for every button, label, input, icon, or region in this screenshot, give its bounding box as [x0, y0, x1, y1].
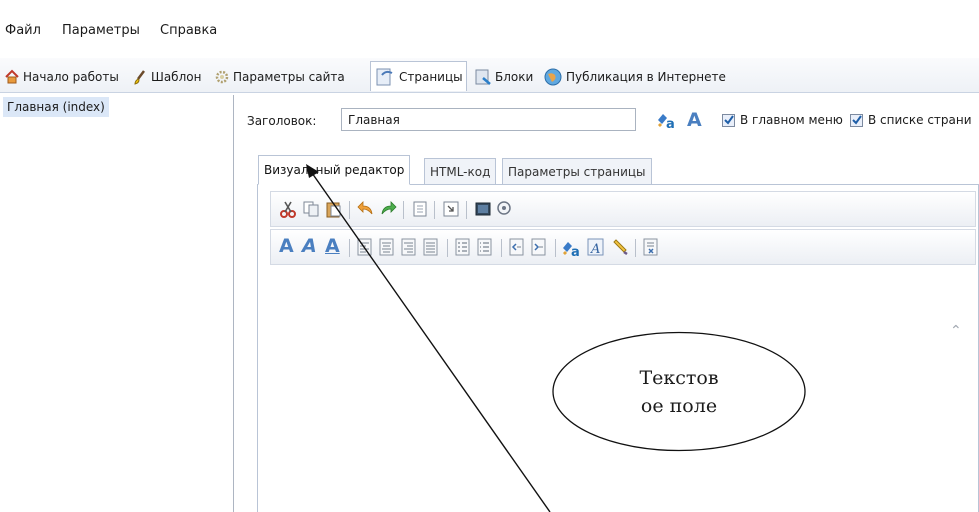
menu-bar: Файл Параметры Справка [0, 0, 979, 58]
toolbar-separator [501, 239, 502, 257]
tab-label: Блоки [495, 70, 534, 84]
pages-sidebar: Главная (index) [0, 95, 234, 512]
tab-page-settings[interactable]: Параметры страницы [502, 158, 652, 185]
toolbar-separator [434, 201, 435, 219]
editor-toolbar-1 [270, 191, 976, 227]
title-input[interactable] [341, 108, 636, 131]
zoom-icon[interactable] [496, 200, 514, 218]
tab-html-code[interactable]: HTML-код [424, 158, 497, 185]
toolbar-separator [349, 201, 350, 219]
toolbar-separator [403, 201, 404, 219]
toolbar-separator [447, 239, 448, 257]
insert-icon[interactable] [411, 200, 429, 218]
bold-a-icon[interactable]: A [279, 235, 294, 257]
svg-text:a: a [571, 245, 580, 258]
highlighter-icon[interactable] [611, 238, 629, 256]
globe-icon [544, 68, 562, 86]
align-left-icon[interactable] [357, 238, 373, 256]
editor-toolbar-2: A A A a A [270, 229, 976, 265]
underline-a-icon[interactable]: A [325, 235, 340, 257]
tab-template[interactable]: Шаблон [129, 65, 204, 89]
tab-label: Страницы [399, 69, 463, 84]
gear-icon [215, 70, 229, 84]
indent-right-icon[interactable] [531, 238, 547, 256]
home-icon [5, 69, 19, 84]
toolbar-separator [635, 239, 636, 257]
indent-icon[interactable] [442, 200, 460, 218]
redo-icon[interactable] [379, 200, 397, 218]
callout-ellipse: Текстов ое поле [551, 330, 807, 453]
pages-icon [376, 68, 393, 85]
in-main-menu-checkbox[interactable]: В главном меню [722, 113, 843, 127]
tab-visual-editor[interactable]: Визуальный редактор [258, 155, 411, 185]
callout-text: Текстов ое поле [551, 330, 807, 453]
toolbar-separator [349, 239, 350, 257]
numbered-list-icon[interactable] [455, 238, 471, 256]
in-page-list-checkbox[interactable]: В списке страни [850, 113, 972, 127]
text-color-icon[interactable]: a [656, 110, 678, 130]
align-center-icon[interactable] [379, 238, 395, 256]
menu-file[interactable]: Файл [5, 23, 41, 38]
font-icon[interactable]: A [587, 238, 605, 256]
tab-pages[interactable]: Страницы [370, 61, 467, 91]
tab-site-settings[interactable]: Параметры сайта [211, 65, 348, 89]
svg-text:A: A [687, 109, 702, 129]
outdent-icon[interactable] [509, 238, 525, 256]
blocks-icon [475, 69, 491, 85]
toolbar-separator [555, 239, 556, 257]
font-icon[interactable]: A [685, 109, 705, 129]
checkmark-icon [723, 115, 734, 125]
paste-icon[interactable] [325, 200, 343, 218]
tab-label: Публикация в Интернете [566, 70, 726, 84]
scroll-up-arrow[interactable]: ⌃ [950, 323, 962, 339]
menu-settings[interactable]: Параметры [62, 23, 140, 38]
tab-label: Шаблон [151, 70, 202, 84]
checkbox-box[interactable] [850, 113, 863, 127]
clear-format-icon[interactable] [643, 238, 659, 256]
italic-a-icon[interactable]: A [302, 235, 317, 257]
main-tab-bar: Начало работы Шаблон Параметры сайта Стр… [0, 58, 979, 93]
tab-blocks[interactable]: Блоки [471, 65, 536, 89]
text-color-icon[interactable]: a [561, 238, 583, 258]
copy-icon[interactable] [302, 200, 320, 218]
svg-text:A: A [590, 242, 600, 256]
tab-label: Параметры сайта [233, 70, 345, 84]
tab-publish[interactable]: Публикация в Интернете [540, 65, 729, 89]
toolbar-separator [466, 201, 467, 219]
undo-icon[interactable] [357, 200, 375, 218]
align-right-icon[interactable] [401, 238, 417, 256]
menu-help[interactable]: Справка [160, 23, 217, 38]
justify-icon[interactable] [423, 238, 439, 256]
title-label: Заголовок: [247, 114, 317, 128]
callout-line-2: ое поле [640, 394, 718, 417]
tab-getting-started[interactable]: Начало работы [1, 65, 122, 89]
page-item-main[interactable]: Главная (index) [3, 97, 109, 117]
editor-tabs: Визуальный редактор HTML-код Параметры с… [257, 153, 979, 185]
svg-text:a: a [666, 117, 675, 130]
image-icon[interactable] [474, 200, 492, 218]
cut-icon[interactable] [279, 200, 297, 218]
brush-icon [134, 70, 145, 85]
checkbox-label: В главном меню [740, 113, 843, 127]
checkbox-label: В списке страни [868, 113, 972, 127]
checkmark-icon [851, 115, 862, 125]
tab-label: Начало работы [23, 70, 119, 84]
checkbox-box[interactable] [722, 113, 735, 127]
callout-line-1: Текстов [639, 366, 719, 389]
bullet-list-icon[interactable] [477, 238, 493, 256]
